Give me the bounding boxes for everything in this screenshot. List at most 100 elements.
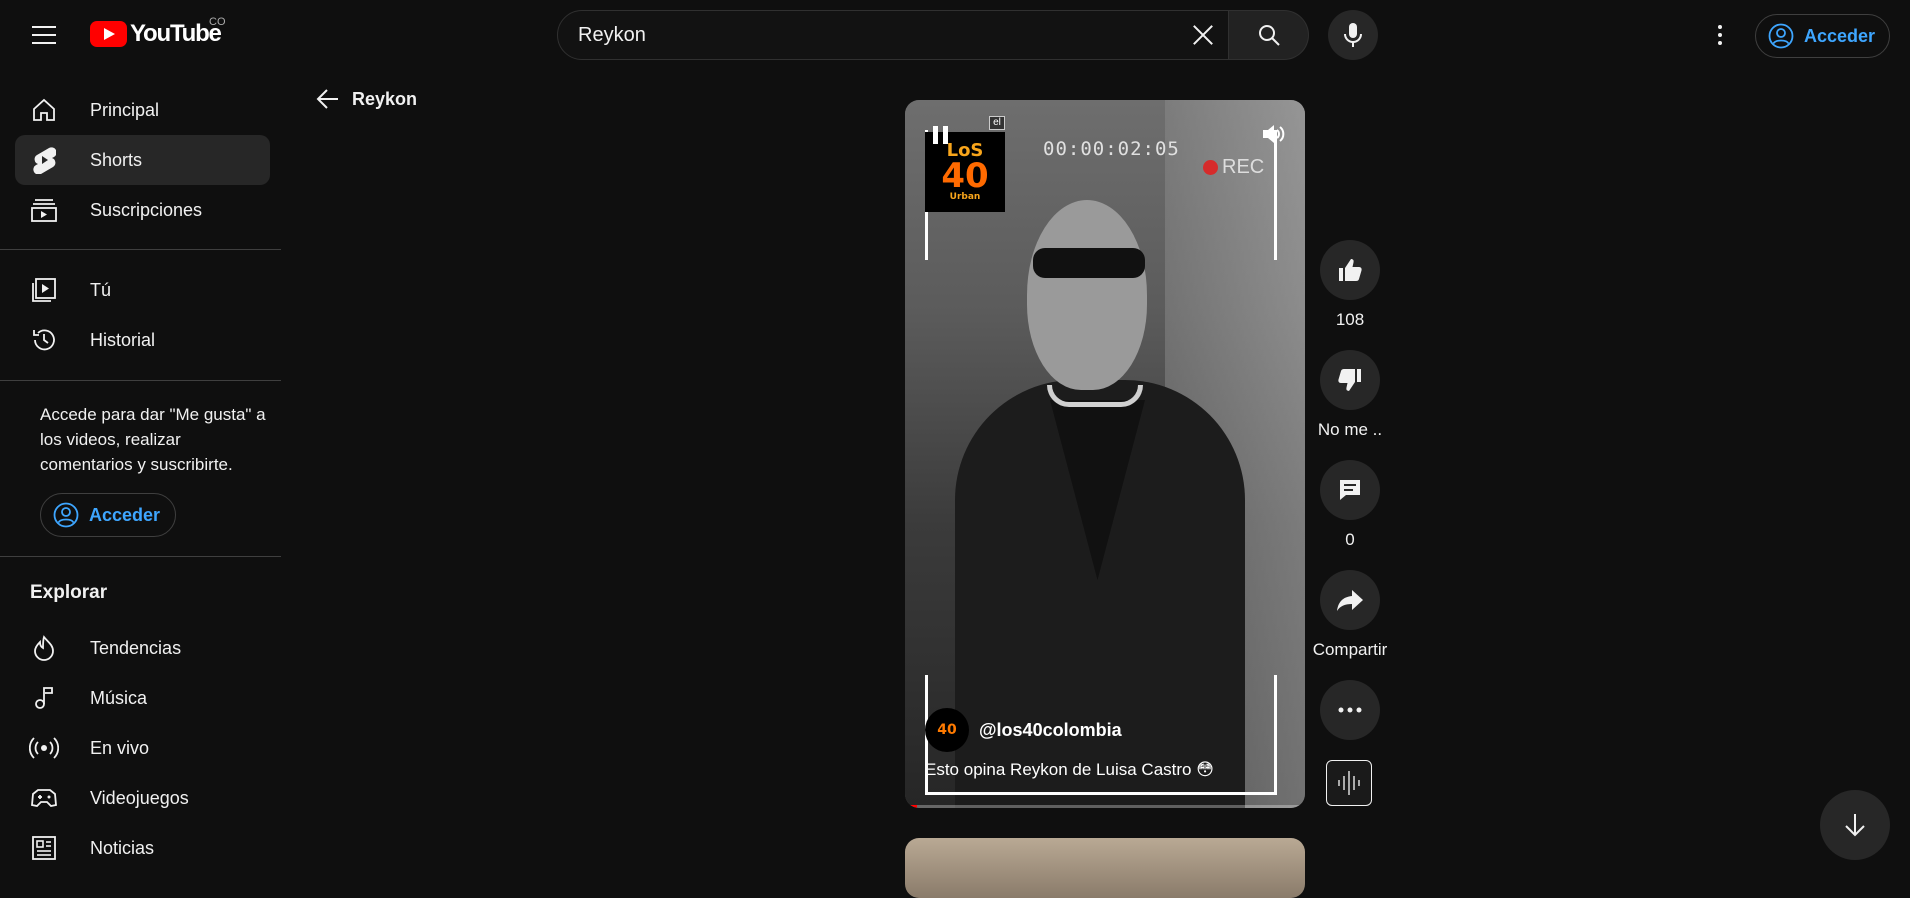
channel-link[interactable]: 40 @los40colombia bbox=[925, 708, 1122, 752]
sidebar-divider bbox=[0, 556, 281, 557]
video-subject-head bbox=[1027, 200, 1147, 390]
pause-icon[interactable] bbox=[933, 126, 951, 146]
share-icon bbox=[1337, 590, 1363, 611]
thumbs-up-icon bbox=[1339, 259, 1362, 281]
more-horizontal-icon bbox=[1338, 707, 1362, 713]
sidebar-item-label: Principal bbox=[90, 99, 160, 120]
sidebar-item-gaming[interactable]: Videojuegos bbox=[15, 773, 270, 823]
live-icon bbox=[29, 733, 59, 763]
cc-badge: el bbox=[989, 116, 1005, 130]
comment-icon bbox=[1340, 480, 1360, 500]
logo-line: Urban bbox=[949, 192, 981, 202]
logo-line: 40 bbox=[941, 156, 989, 196]
dislike-label: No me .. bbox=[1317, 420, 1383, 439]
sidebar-item-label: Shorts bbox=[90, 149, 143, 170]
sidebar-item-music[interactable]: Música bbox=[15, 673, 270, 723]
sidebar-item-label: Noticias bbox=[90, 837, 155, 858]
video-subject-chain bbox=[1047, 385, 1143, 407]
country-code: CO bbox=[209, 16, 226, 28]
home-icon bbox=[29, 95, 59, 125]
sidebar-item-label: Tendencias bbox=[90, 637, 182, 658]
more-options-button[interactable] bbox=[1320, 680, 1380, 740]
sidebar-item-label: Música bbox=[90, 687, 148, 708]
sidebar-item-you[interactable]: Tú bbox=[15, 265, 270, 315]
search-box bbox=[557, 10, 1229, 60]
progress-fill bbox=[905, 805, 917, 808]
rec-dot-icon bbox=[1203, 160, 1218, 175]
settings-menu-icon[interactable] bbox=[1705, 18, 1735, 52]
camera-frame-line bbox=[925, 792, 1277, 795]
next-short-button[interactable] bbox=[1820, 790, 1890, 860]
search-icon bbox=[1258, 25, 1280, 46]
dislike-button[interactable] bbox=[1320, 350, 1380, 410]
trending-icon bbox=[29, 633, 59, 663]
sidebar-divider bbox=[0, 380, 281, 381]
comments-count: 0 bbox=[1345, 530, 1355, 549]
volume-icon[interactable] bbox=[1261, 122, 1287, 151]
music-icon bbox=[29, 683, 59, 713]
thumbs-down-icon bbox=[1338, 369, 1361, 391]
sidebar-item-principal[interactable]: Principal bbox=[15, 85, 270, 135]
next-short-preview[interactable] bbox=[905, 838, 1305, 898]
news-icon bbox=[29, 833, 59, 863]
rec-label: REC bbox=[1222, 156, 1265, 178]
menu-icon[interactable] bbox=[24, 17, 64, 53]
channel-avatar: 40 bbox=[925, 708, 969, 752]
top-bar: YouTube CO Acceder bbox=[0, 0, 1910, 70]
comments-action: 0 bbox=[1310, 460, 1390, 550]
signin-button-header[interactable]: Acceder bbox=[1755, 14, 1890, 58]
like-action: 108 bbox=[1310, 240, 1390, 330]
microphone-icon bbox=[1344, 23, 1362, 47]
gaming-icon bbox=[29, 783, 59, 813]
clear-search-icon[interactable] bbox=[1188, 20, 1218, 50]
signin-prompt-text: Accede para dar "Me gusta" a los videos,… bbox=[40, 405, 266, 474]
account-icon bbox=[53, 502, 79, 528]
sidebar-item-label: Historial bbox=[90, 329, 156, 350]
sidebar-item-history[interactable]: Historial bbox=[15, 315, 270, 365]
shorts-player[interactable]: LoS 40 Urban el 00:00:02:05 REC 40 @los4… bbox=[905, 100, 1305, 808]
youtube-play-icon bbox=[90, 21, 127, 47]
signin-button-sidebar[interactable]: Acceder bbox=[40, 493, 176, 537]
sidebar: Principal Shorts Suscripciones Tú Histor… bbox=[0, 70, 281, 869]
account-icon bbox=[1768, 23, 1794, 49]
history-icon bbox=[29, 325, 59, 355]
back-label: Reykon bbox=[352, 88, 418, 109]
comments-button[interactable] bbox=[1320, 460, 1380, 520]
sidebar-item-shorts[interactable]: Shorts bbox=[15, 135, 270, 185]
dislike-action: No me .. bbox=[1310, 350, 1390, 440]
share-button[interactable] bbox=[1320, 570, 1380, 630]
sidebar-item-label: Videojuegos bbox=[90, 787, 189, 808]
signin-label: Acceder bbox=[1804, 25, 1876, 46]
shorts-icon bbox=[29, 145, 59, 175]
like-count: 108 bbox=[1335, 310, 1365, 329]
logo-text: YouTube bbox=[130, 20, 222, 47]
search-bar bbox=[557, 10, 1309, 60]
sidebar-item-subscriptions[interactable]: Suscripciones bbox=[15, 185, 270, 235]
you-icon bbox=[29, 275, 59, 305]
arrow-left-icon bbox=[316, 89, 338, 109]
search-button[interactable] bbox=[1229, 10, 1309, 60]
back-button[interactable]: Reykon bbox=[316, 88, 417, 110]
like-button[interactable] bbox=[1320, 240, 1380, 300]
more-action bbox=[1310, 680, 1390, 740]
video-timestamp: 00:00:02:05 bbox=[1043, 138, 1180, 160]
search-input[interactable] bbox=[578, 23, 1158, 47]
video-caption: Esto opina Reykon de Luisa Castro 😳 bbox=[925, 760, 1214, 779]
sidebar-item-trending[interactable]: Tendencias bbox=[15, 623, 270, 673]
channel-handle: @los40colombia bbox=[979, 719, 1122, 740]
video-subject-glasses bbox=[1033, 248, 1145, 278]
sidebar-divider bbox=[0, 249, 281, 250]
sidebar-item-label: Suscripciones bbox=[90, 199, 203, 220]
sidebar-item-label: Tú bbox=[90, 279, 112, 300]
sidebar-item-live[interactable]: En vivo bbox=[15, 723, 270, 773]
share-action: Compartir bbox=[1310, 570, 1390, 660]
rec-indicator: REC bbox=[1203, 156, 1264, 179]
explore-title: Explorar bbox=[30, 582, 108, 603]
video-progress-bar[interactable] bbox=[905, 805, 1305, 808]
share-label: Compartir bbox=[1312, 640, 1388, 659]
original-sound-button[interactable] bbox=[1326, 760, 1372, 806]
voice-search-button[interactable] bbox=[1328, 10, 1378, 60]
youtube-logo[interactable]: YouTube CO bbox=[90, 16, 226, 48]
sound-wave-icon bbox=[1338, 771, 1360, 795]
sidebar-item-news[interactable]: Noticias bbox=[15, 823, 270, 873]
